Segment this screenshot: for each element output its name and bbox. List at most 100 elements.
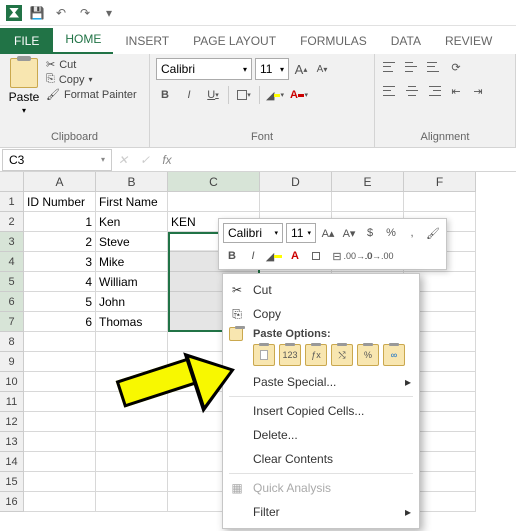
mini-font-color[interactable]: A — [286, 247, 304, 265]
col-header-A[interactable]: A — [24, 172, 96, 192]
borders-button[interactable]: ▾ — [235, 86, 253, 104]
row-header[interactable]: 15 — [0, 472, 24, 492]
paste-formulas-button[interactable]: ƒx — [305, 344, 327, 366]
mini-decrease-decimal[interactable]: .0→.00 — [370, 247, 388, 265]
row-header[interactable]: 4 — [0, 252, 24, 272]
cell[interactable]: 3 — [24, 252, 96, 272]
cell[interactable]: Steve — [96, 232, 168, 252]
cell[interactable] — [24, 332, 96, 352]
row-header[interactable]: 16 — [0, 492, 24, 512]
row-header[interactable]: 1 — [0, 192, 24, 212]
tab-home[interactable]: HOME — [53, 26, 113, 54]
cm-copy[interactable]: ⎘Copy — [223, 302, 419, 326]
mini-increase-font[interactable]: A▴ — [319, 224, 337, 242]
paste-button[interactable]: Paste ▾ — [6, 58, 42, 115]
paste-all-button[interactable] — [253, 344, 275, 366]
mini-bold[interactable]: B — [223, 247, 241, 265]
row-header[interactable]: 5 — [0, 272, 24, 292]
cell[interactable] — [96, 432, 168, 452]
underline-button[interactable]: U▾ — [204, 86, 222, 104]
cm-filter[interactable]: Filter▸ — [223, 500, 419, 524]
paste-transpose-button[interactable]: ⤭ — [331, 344, 353, 366]
cell[interactable] — [260, 192, 332, 212]
cell[interactable] — [24, 412, 96, 432]
row-header[interactable]: 7 — [0, 312, 24, 332]
cm-clear-contents[interactable]: Clear Contents — [223, 447, 419, 471]
font-color-button[interactable]: A▾ — [290, 86, 308, 104]
cm-cut[interactable]: ✂Cut — [223, 278, 419, 302]
decrease-indent-button[interactable]: ⇤ — [447, 82, 465, 100]
cell[interactable] — [96, 392, 168, 412]
cm-paste-special[interactable]: Paste Special...▸ — [223, 370, 419, 394]
increase-indent-button[interactable]: ⇥ — [469, 82, 487, 100]
row-header[interactable]: 10 — [0, 372, 24, 392]
cm-delete[interactable]: Delete... — [223, 423, 419, 447]
cell[interactable] — [24, 472, 96, 492]
cell[interactable] — [24, 372, 96, 392]
tab-data[interactable]: DATA — [379, 28, 433, 54]
tab-insert[interactable]: INSERT — [113, 28, 181, 54]
row-header[interactable]: 3 — [0, 232, 24, 252]
col-header-D[interactable]: D — [260, 172, 332, 192]
mini-percent-format[interactable]: % — [382, 224, 400, 242]
align-center-button[interactable] — [403, 82, 421, 100]
cut-button[interactable]: ✂Cut — [46, 58, 137, 71]
select-all-corner[interactable] — [0, 172, 24, 192]
row-header[interactable]: 13 — [0, 432, 24, 452]
cell[interactable] — [332, 192, 404, 212]
cell[interactable]: 5 — [24, 292, 96, 312]
cancel-formula-button[interactable]: ✕ — [112, 149, 134, 171]
col-header-B[interactable]: B — [96, 172, 168, 192]
mini-fill-color[interactable]: ◢ — [265, 247, 283, 265]
mini-font-name[interactable]: Calibri▾ — [223, 223, 283, 243]
row-header[interactable]: 11 — [0, 392, 24, 412]
format-painter-button[interactable]: 🖌Format Painter — [46, 88, 137, 101]
name-box[interactable]: C3▾ — [2, 149, 112, 171]
paste-link-button[interactable]: ∞ — [383, 344, 405, 366]
mini-italic[interactable]: I — [244, 247, 262, 265]
tab-file[interactable]: FILE — [0, 28, 53, 54]
cell[interactable]: William — [96, 272, 168, 292]
tab-page-layout[interactable]: PAGE LAYOUT — [181, 28, 288, 54]
italic-button[interactable]: I — [180, 86, 198, 104]
cell[interactable] — [24, 492, 96, 512]
font-size-combo[interactable]: 11▾ — [255, 58, 289, 80]
font-name-combo[interactable]: Calibri▾ — [156, 58, 252, 80]
row-header[interactable]: 8 — [0, 332, 24, 352]
cell[interactable]: Ken — [96, 212, 168, 232]
align-bottom-button[interactable] — [425, 58, 443, 76]
mini-format-painter[interactable]: 🖌 — [424, 224, 442, 242]
decrease-font-button[interactable]: A▾ — [313, 60, 331, 78]
cell[interactable]: Mike — [96, 252, 168, 272]
row-header[interactable]: 6 — [0, 292, 24, 312]
cell[interactable]: ID Number — [24, 192, 96, 212]
cell[interactable]: Thomas — [96, 312, 168, 332]
col-header-E[interactable]: E — [332, 172, 404, 192]
cell[interactable] — [24, 452, 96, 472]
mini-accounting-format[interactable]: $ — [361, 224, 379, 242]
cell[interactable] — [24, 392, 96, 412]
increase-font-button[interactable]: A▴ — [292, 60, 310, 78]
row-header[interactable]: 12 — [0, 412, 24, 432]
col-header-C[interactable]: C — [168, 172, 260, 192]
align-left-button[interactable] — [381, 82, 399, 100]
cell[interactable] — [96, 412, 168, 432]
qat-customize-button[interactable]: ▾ — [100, 4, 118, 22]
cell[interactable] — [24, 432, 96, 452]
cell[interactable] — [96, 492, 168, 512]
insert-function-button[interactable]: fx — [156, 149, 178, 171]
mini-borders[interactable] — [307, 247, 325, 265]
col-header-F[interactable]: F — [404, 172, 476, 192]
cell[interactable] — [168, 192, 260, 212]
save-button[interactable]: 💾 — [28, 4, 46, 22]
paste-formatting-button[interactable]: % — [357, 344, 379, 366]
cell[interactable] — [96, 332, 168, 352]
cm-insert-copied-cells[interactable]: Insert Copied Cells... — [223, 399, 419, 423]
row-header[interactable]: 2 — [0, 212, 24, 232]
cell[interactable]: John — [96, 292, 168, 312]
undo-button[interactable]: ↶ — [52, 4, 70, 22]
redo-button[interactable]: ↷ — [76, 4, 94, 22]
cell[interactable]: First Name — [96, 192, 168, 212]
align-right-button[interactable] — [425, 82, 443, 100]
copy-button[interactable]: ⎘Copy▾ — [46, 73, 137, 86]
